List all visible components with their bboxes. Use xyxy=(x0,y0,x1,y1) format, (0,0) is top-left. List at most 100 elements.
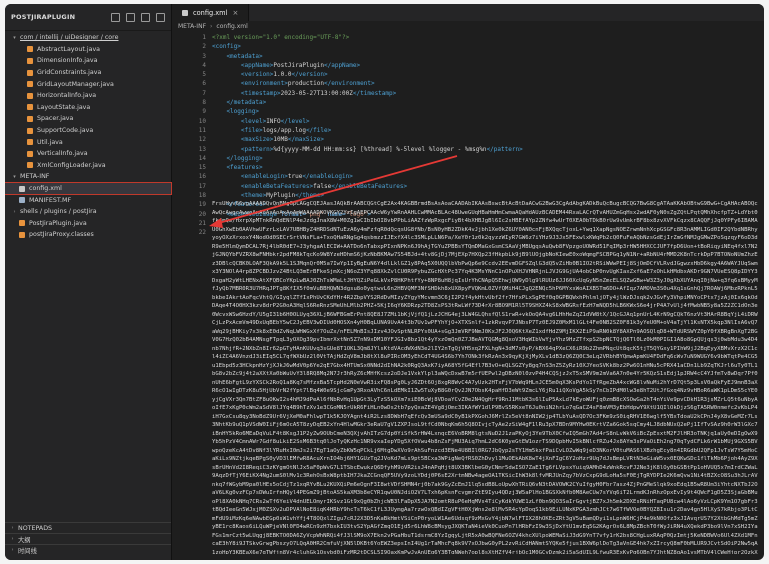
line-number: 8 xyxy=(202,99,206,107)
line-number: 15 xyxy=(198,164,206,172)
tree-item[interactable]: GridConstraints.java xyxy=(5,67,171,79)
tree-item[interactable]: ▾ META-INF xyxy=(5,171,171,183)
code-token: <timestamp> xyxy=(212,89,281,97)
tree-item-label: VerticalInfo.java xyxy=(37,150,88,158)
tree-item-label: LayoutState.java xyxy=(37,103,91,111)
line-number: 18 xyxy=(198,192,206,200)
code-token: MyPlugin xyxy=(266,192,296,200)
line-number: 21 xyxy=(198,219,206,227)
code-token: </environment> xyxy=(323,80,375,88)
java-file-icon xyxy=(19,231,25,238)
code-token: logs/app.log xyxy=(262,126,306,134)
tree-item-label: PostJiraPlugin.java xyxy=(29,219,87,227)
line-number: 6 xyxy=(202,80,206,88)
line-number: 20 xyxy=(198,210,206,218)
line-number: 13 xyxy=(198,145,206,153)
java-file-icon xyxy=(27,92,33,99)
code-line: <maxSize>10MB</maxSize> xyxy=(212,135,760,144)
close-icon[interactable]: × xyxy=(232,9,238,17)
code-line: <pattern>%d{yyyy-MM-dd HH:mm:ss} [%threa… xyxy=(212,145,760,154)
new-file-icon[interactable] xyxy=(111,12,120,22)
code-line: <level>INFO</level> xyxy=(212,117,760,126)
new-folder-icon[interactable] xyxy=(126,12,135,22)
line-number: 5 xyxy=(202,71,206,79)
chevron-right-icon: › xyxy=(11,525,14,531)
code-token: <?xml version="1.0" encoding="UTF-8"?> xyxy=(212,34,350,41)
code-token: 10MB xyxy=(273,136,288,144)
tree-item[interactable]: config.xml xyxy=(5,181,172,196)
code-line: <metadata> xyxy=(212,52,760,61)
code-token: <version> xyxy=(212,71,274,79)
line-number: 3 xyxy=(202,52,206,60)
tab-config-xml[interactable]: config.xml × xyxy=(172,4,250,21)
java-file-icon xyxy=(27,139,33,146)
tree-item[interactable]: LayoutState.java xyxy=(5,102,171,114)
tree-item[interactable]: DimensionInfo.java xyxy=(5,55,171,67)
chevron-right-icon: › xyxy=(11,547,14,553)
tree-item[interactable]: Util.java xyxy=(5,136,171,148)
panel-timeline[interactable]: › 时间线 xyxy=(5,544,171,555)
editor-tabs: config.xml × xyxy=(172,4,764,21)
tree-item[interactable]: ▾ com / intellij / uiDesigner / core xyxy=(5,32,171,44)
base64-data: FrsUHyv66vgAAAADQvQnBNgGpCAGgCQEJAasJAQk… xyxy=(212,201,758,554)
code-token: </maxSize> xyxy=(287,136,324,144)
line-number: 4 xyxy=(202,61,206,69)
tree-item-label: HorizontalInfo.java xyxy=(37,92,97,100)
code-token: production xyxy=(287,80,324,88)
code-line: <file>logs/app.log</file> xyxy=(212,126,760,135)
code-token: <maxSize> xyxy=(212,136,274,144)
bottom-panels: › NOTEPADS › 大纲 › 时间线 xyxy=(5,522,171,555)
xml-file-icon xyxy=(182,9,188,16)
line-number: 2 xyxy=(202,43,206,51)
tree-item-label: com / intellij / uiDesigner / core xyxy=(20,34,119,42)
tree-item[interactable]: postJiraProxy.classes xyxy=(5,229,171,241)
code-token: </version> xyxy=(291,71,328,79)
explorer-sidebar: POSTJIRAPLUGIN ▾ com / intellij / uiDesig… xyxy=(5,4,172,560)
refresh-icon[interactable] xyxy=(141,12,150,22)
tree-item[interactable]: GridLayoutManager.java xyxy=(5,78,171,90)
tree-item[interactable]: › shells / plugins / postJira xyxy=(5,206,171,218)
tree-item[interactable]: Spacer.java xyxy=(5,113,171,125)
breadcrumb-item[interactable]: config.xml xyxy=(216,23,247,30)
tree-item-label: SupportCode.java xyxy=(37,127,94,135)
code-token: <metadata> xyxy=(212,52,263,60)
java-file-icon xyxy=(27,115,33,122)
chevron-down-icon: ▾ xyxy=(13,173,16,180)
panel-label: NOTEPADS xyxy=(18,524,53,532)
mf-file-icon xyxy=(19,197,25,204)
java-file-icon xyxy=(27,69,33,76)
code-token: <environment> xyxy=(212,80,288,88)
explorer-actions xyxy=(111,12,171,22)
tree-item[interactable]: MANIFEST.MF xyxy=(5,194,171,206)
code-line: <enableBetaFeatures>false</enableBetaFea… xyxy=(212,182,760,191)
java-file-icon xyxy=(27,81,33,88)
panel-outline[interactable]: › 大纲 xyxy=(5,533,171,544)
code-token: <enableBetaFeatures> xyxy=(212,182,314,190)
tree-item[interactable]: HorizontalInfo.java xyxy=(5,90,171,102)
tab-label: config.xml xyxy=(193,8,228,17)
tree-item[interactable]: SupportCode.java xyxy=(5,125,171,137)
breadcrumb-item[interactable]: META-INF xyxy=(178,23,206,30)
file-tree: ▾ com / intellij / uiDesigner / core Abstr… xyxy=(5,32,172,241)
tree-item[interactable]: PostJiraPlugin.java xyxy=(5,218,171,230)
code-token: %d{yyyy-MM-dd HH:mm:ss} [%thread] %-5lev… xyxy=(273,145,487,153)
tree-item-label: META-INF xyxy=(20,173,50,181)
tree-item[interactable]: AbstractLayout.java xyxy=(5,44,171,56)
code-token: PostJiraPlugin xyxy=(273,61,324,69)
line-number: 9 xyxy=(202,108,206,116)
explorer-header: POSTJIRAPLUGIN xyxy=(5,4,171,31)
panel-notepads[interactable]: › NOTEPADS xyxy=(5,522,171,533)
tree-item[interactable]: VerticalInfo.java xyxy=(5,148,171,160)
java-file-icon xyxy=(19,220,25,227)
code-editor[interactable]: 1 2 3 4 5 6 7 8 9 10 11 12 13 14 15 16 17 18 19 20 21 22 <?xm… xyxy=(172,33,764,560)
tree-item-label: config.xml xyxy=(29,185,62,193)
code-token: <theme> xyxy=(212,192,267,200)
tree-item-label: postJiraProxy.classes xyxy=(29,231,94,239)
chevron-down-icon: ▾ xyxy=(13,34,16,41)
java-file-icon xyxy=(27,57,33,64)
collapse-icon[interactable] xyxy=(156,12,165,22)
tree-item[interactable]: XmlConfigLoader.java xyxy=(5,160,171,172)
tree-item-label: GridConstraints.java xyxy=(37,69,102,77)
line-number: 7 xyxy=(202,89,206,97)
tree-item-label: AbstractLayout.java xyxy=(37,45,101,53)
